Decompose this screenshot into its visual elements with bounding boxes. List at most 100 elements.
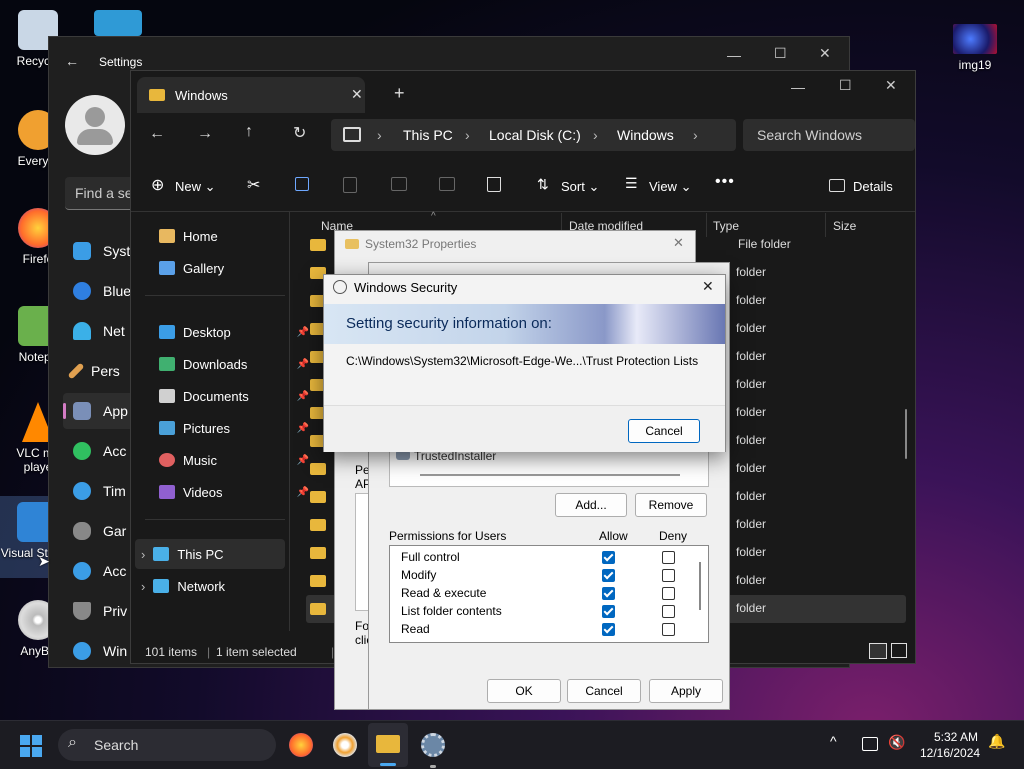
cancel-button[interactable]: Cancel bbox=[567, 679, 641, 703]
taskbar-date[interactable]: 12/16/2024 bbox=[920, 746, 980, 760]
delete-icon[interactable] bbox=[487, 177, 501, 192]
new-button[interactable]: New ⌄ bbox=[175, 179, 216, 195]
deny-modify-checkbox[interactable] bbox=[662, 569, 675, 582]
windows-logo-icon bbox=[32, 747, 42, 757]
close-icon[interactable]: ✕ bbox=[702, 278, 714, 295]
remove-button[interactable]: Remove bbox=[635, 493, 707, 517]
allow-full-control-checkbox[interactable] bbox=[602, 551, 615, 564]
windows-logo-icon bbox=[20, 747, 30, 757]
share-icon[interactable] bbox=[439, 177, 455, 191]
sort-up-icon: ^ bbox=[431, 211, 436, 222]
image-file-icon bbox=[953, 24, 997, 54]
close-icon[interactable]: ✕ bbox=[673, 235, 684, 251]
nav-home[interactable]: Home bbox=[159, 221, 309, 251]
nav-desktop[interactable]: Desktop 📌 bbox=[159, 317, 309, 347]
breadcrumb-windows[interactable]: Windows bbox=[617, 127, 674, 143]
back-arrow-icon[interactable]: ← bbox=[65, 53, 79, 69]
taskbar-time[interactable]: 5:32 AM bbox=[934, 730, 978, 744]
volume-muted-icon[interactable]: 🔇 bbox=[888, 734, 905, 751]
nav-documents[interactable]: Documents 📌 bbox=[159, 381, 309, 411]
allow-modify-checkbox[interactable] bbox=[602, 569, 615, 582]
allow-read-checkbox[interactable] bbox=[602, 623, 615, 636]
minimize-icon[interactable]: — bbox=[791, 79, 805, 95]
desktop-icon-img19[interactable]: img19 bbox=[940, 24, 1010, 72]
back-icon[interactable]: ← bbox=[149, 125, 165, 143]
tiles-view-icon[interactable] bbox=[891, 643, 907, 658]
maximize-icon[interactable]: ☐ bbox=[774, 45, 787, 62]
user-body-icon bbox=[77, 129, 113, 145]
nav-label: Acc bbox=[103, 563, 127, 579]
nav-videos[interactable]: Videos 📌 bbox=[159, 477, 309, 507]
nav-label: Music bbox=[183, 452, 217, 468]
cancel-button[interactable]: Cancel bbox=[628, 419, 700, 443]
permissions-list: Full control Modify Read & execute List … bbox=[389, 545, 709, 643]
row-type: folder bbox=[736, 601, 767, 615]
minimize-icon[interactable]: — bbox=[727, 47, 741, 63]
tab-windows[interactable]: Windows ✕ bbox=[137, 77, 365, 113]
firefox-taskbar-icon[interactable] bbox=[289, 733, 313, 757]
allow-list-folder-checkbox[interactable] bbox=[602, 605, 615, 618]
more-options-icon[interactable]: ••• bbox=[715, 173, 735, 191]
permissions-scrollbar[interactable] bbox=[699, 562, 701, 610]
deny-read-checkbox[interactable] bbox=[662, 623, 675, 636]
notification-bell-icon[interactable]: 🔔 bbox=[988, 733, 1005, 750]
forward-icon[interactable]: → bbox=[197, 125, 213, 143]
explorer-taskbar-item[interactable] bbox=[368, 723, 408, 767]
nav-label: Network bbox=[177, 578, 226, 594]
horizontal-scrollbar[interactable] bbox=[420, 474, 680, 476]
deny-read-execute-checkbox[interactable] bbox=[662, 587, 675, 600]
start-button[interactable] bbox=[20, 735, 42, 757]
chevron-right-icon[interactable]: › bbox=[141, 579, 145, 594]
network-status-icon[interactable] bbox=[862, 737, 878, 751]
nav-network[interactable]: › Network bbox=[141, 571, 291, 601]
rename-icon[interactable] bbox=[391, 177, 407, 191]
settings-gear-icon[interactable] bbox=[421, 733, 445, 757]
close-icon[interactable]: ✕ bbox=[819, 45, 831, 62]
new-label: New bbox=[175, 179, 202, 194]
permissions-label: Permissions for Users bbox=[389, 529, 507, 543]
nav-label: Pictures bbox=[183, 420, 230, 436]
copy-icon[interactable] bbox=[295, 177, 309, 191]
row-type: folder bbox=[736, 321, 767, 335]
nav-label: Syst bbox=[103, 243, 131, 259]
view-label: View bbox=[649, 179, 677, 194]
paste-icon[interactable] bbox=[343, 177, 357, 193]
chevron-right-icon: › bbox=[593, 127, 598, 143]
close-icon[interactable]: ✕ bbox=[885, 77, 897, 94]
partial-app-icon[interactable] bbox=[94, 10, 142, 36]
details-button[interactable]: Details bbox=[853, 179, 893, 194]
nav-music[interactable]: Music 📌 bbox=[159, 445, 309, 475]
breadcrumb-local-disk[interactable]: Local Disk (C:) bbox=[489, 127, 581, 143]
search-input[interactable]: Search Windows bbox=[743, 119, 915, 151]
nav-downloads[interactable]: Downloads 📌 bbox=[159, 349, 309, 379]
allow-read-execute-checkbox[interactable] bbox=[602, 587, 615, 600]
chevron-up-icon[interactable]: ^ bbox=[830, 733, 837, 749]
apply-button[interactable]: Apply bbox=[649, 679, 723, 703]
folder-icon bbox=[310, 547, 326, 559]
new-tab-icon[interactable]: + bbox=[394, 83, 405, 104]
breadcrumb-this-pc[interactable]: This PC bbox=[403, 127, 453, 143]
folder-icon bbox=[310, 239, 326, 251]
vertical-scrollbar[interactable] bbox=[905, 409, 907, 459]
taskbar-search[interactable]: ⌕ Search bbox=[58, 729, 276, 761]
close-tab-icon[interactable]: ✕ bbox=[351, 86, 363, 103]
nav-label: Videos bbox=[183, 484, 223, 500]
chevron-right-icon[interactable]: › bbox=[141, 547, 145, 562]
sort-button[interactable]: Sort ⌄ bbox=[561, 179, 599, 195]
nav-gallery[interactable]: Gallery bbox=[159, 253, 309, 283]
add-button[interactable]: Add... bbox=[555, 493, 627, 517]
nav-this-pc[interactable]: › This PC bbox=[141, 539, 291, 569]
deny-list-folder-checkbox[interactable] bbox=[662, 605, 675, 618]
ok-button[interactable]: OK bbox=[487, 679, 561, 703]
row-type: folder bbox=[736, 293, 767, 307]
everything-taskbar-icon[interactable] bbox=[333, 733, 357, 757]
deny-full-control-checkbox[interactable] bbox=[662, 551, 675, 564]
cut-icon[interactable]: ✂ bbox=[247, 175, 260, 195]
maximize-icon[interactable]: ☐ bbox=[839, 77, 852, 94]
up-icon[interactable]: ↑ bbox=[245, 123, 253, 141]
refresh-icon[interactable]: ↻ bbox=[293, 123, 306, 143]
address-bar[interactable]: › This PC › Local Disk (C:) › Windows › bbox=[331, 119, 736, 151]
nav-pictures[interactable]: Pictures 📌 bbox=[159, 413, 309, 443]
view-button[interactable]: View ⌄ bbox=[649, 179, 691, 195]
details-view-icon[interactable] bbox=[869, 643, 887, 659]
